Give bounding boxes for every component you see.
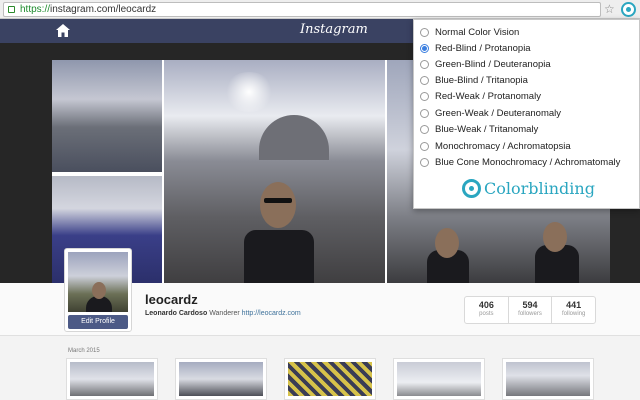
stat-value: 441 (566, 300, 582, 310)
photo-thumbnail[interactable] (502, 358, 594, 400)
lock-icon (8, 6, 15, 13)
option-deuteranopia[interactable]: Green-Blind / Deuteranopia (420, 57, 551, 71)
colorblinding-brand: Colorblinding (462, 176, 595, 200)
person-face (260, 182, 296, 228)
option-tritanomaly[interactable]: Blue-Weak / Tritanomaly (420, 122, 538, 136)
person-face-3 (543, 222, 567, 252)
radio-button[interactable] (420, 27, 429, 37)
photo-feed (66, 358, 596, 400)
option-protanomaly[interactable]: Red-Weak / Protanomaly (420, 89, 541, 103)
avatar[interactable] (68, 252, 128, 312)
radio-button[interactable] (420, 124, 429, 134)
cover-photo-venice-canal[interactable] (52, 60, 162, 172)
option-label: Blue Cone Monochromacy / Achromatomaly (435, 156, 621, 168)
colorblinding-popup: Normal Color Vision Red-Blind / Protanop… (413, 19, 640, 209)
basilica-dome (259, 115, 329, 160)
url-path: instagram.com/leocardz (50, 4, 157, 15)
thumbnail-image (288, 362, 372, 396)
bookmark-star-icon[interactable]: ☆ (604, 2, 615, 16)
instagram-logo[interactable]: Instagram (300, 22, 368, 37)
thumbnail-image (506, 362, 590, 396)
person-body (244, 230, 314, 284)
option-label: Monochromacy / Achromatopsia (435, 140, 571, 152)
stat-label: following (562, 311, 586, 317)
stat-following[interactable]: 441 following (552, 297, 595, 323)
option-label: Normal Color Vision (435, 26, 520, 38)
option-label: Blue-Weak / Tritanomaly (435, 123, 539, 135)
option-protanopia[interactable]: Red-Blind / Protanopia (420, 41, 531, 55)
option-label: Red-Blind / Protanopia (435, 42, 531, 54)
radio-button[interactable] (420, 141, 429, 151)
radio-button[interactable] (420, 157, 429, 167)
avatar-card: Edit Profile (64, 248, 132, 332)
photo-thumbnail[interactable] (66, 358, 158, 400)
option-achromatopsia[interactable]: Monochromacy / Achromatopsia (420, 139, 571, 153)
month-heading: March 2015 (68, 348, 100, 354)
stat-label: followers (518, 311, 542, 317)
radio-button[interactable] (420, 75, 429, 85)
radio-button[interactable] (420, 108, 429, 118)
avatar-face (92, 282, 106, 299)
option-label: Red-Weak / Protanomaly (435, 90, 541, 102)
profile-bio-text: Wanderer (209, 310, 240, 317)
stat-followers[interactable]: 594 followers (509, 297, 553, 323)
option-tritanopia[interactable]: Blue-Blind / Tritanopia (420, 73, 528, 87)
photo-thumbnail[interactable] (175, 358, 267, 400)
profile-username: leocardz (145, 292, 198, 307)
option-deuteranomaly[interactable]: Green-Weak / Deuteranomaly (420, 106, 561, 120)
address-url: https://instagram.com/leocardz (20, 4, 156, 15)
url-scheme: https:// (20, 4, 51, 15)
radio-button[interactable] (420, 59, 429, 69)
address-bar[interactable]: https://instagram.com/leocardz (3, 2, 601, 17)
home-icon[interactable] (56, 24, 70, 37)
option-label: Green-Blind / Deuteranopia (435, 58, 551, 70)
profile-bio: Leonardo Cardoso Wanderer http://leocard… (145, 310, 301, 317)
option-achromatomaly[interactable]: Blue Cone Monochromacy / Achromatomaly (420, 155, 620, 169)
browser-toolbar: https://instagram.com/leocardz ☆ (0, 0, 640, 19)
sun-glow (224, 72, 274, 112)
radio-button-selected[interactable] (420, 43, 429, 53)
profile-full-name: Leonardo Cardoso (145, 310, 208, 317)
stat-value: 594 (522, 300, 538, 310)
colorblinding-logo-icon (462, 178, 481, 198)
thumbnail-image (397, 362, 481, 396)
radio-button[interactable] (420, 91, 429, 101)
person-face-2 (435, 228, 459, 258)
photo-thumbnail[interactable] (393, 358, 485, 400)
photo-thumbnail[interactable] (284, 358, 376, 400)
edit-profile-button[interactable]: Edit Profile (68, 315, 128, 329)
stat-value: 406 (478, 300, 494, 310)
profile-website-link[interactable]: http://leocardz.com (242, 310, 301, 317)
stat-posts: 406 posts (465, 297, 509, 323)
option-normal-vision[interactable]: Normal Color Vision (420, 25, 519, 39)
thumbnail-image (179, 362, 263, 396)
option-label: Green-Weak / Deuteranomaly (435, 107, 562, 119)
brand-name: Colorblinding (484, 178, 595, 198)
colorblinding-extension-icon[interactable] (621, 2, 636, 17)
cover-photo-vatican-selfie[interactable] (164, 60, 385, 284)
thumbnail-image (70, 362, 154, 396)
option-label: Blue-Blind / Tritanopia (435, 74, 528, 86)
profile-stats: 406 posts 594 followers 441 following (464, 296, 596, 324)
sunglasses (264, 198, 292, 203)
stat-label: posts (479, 311, 494, 317)
